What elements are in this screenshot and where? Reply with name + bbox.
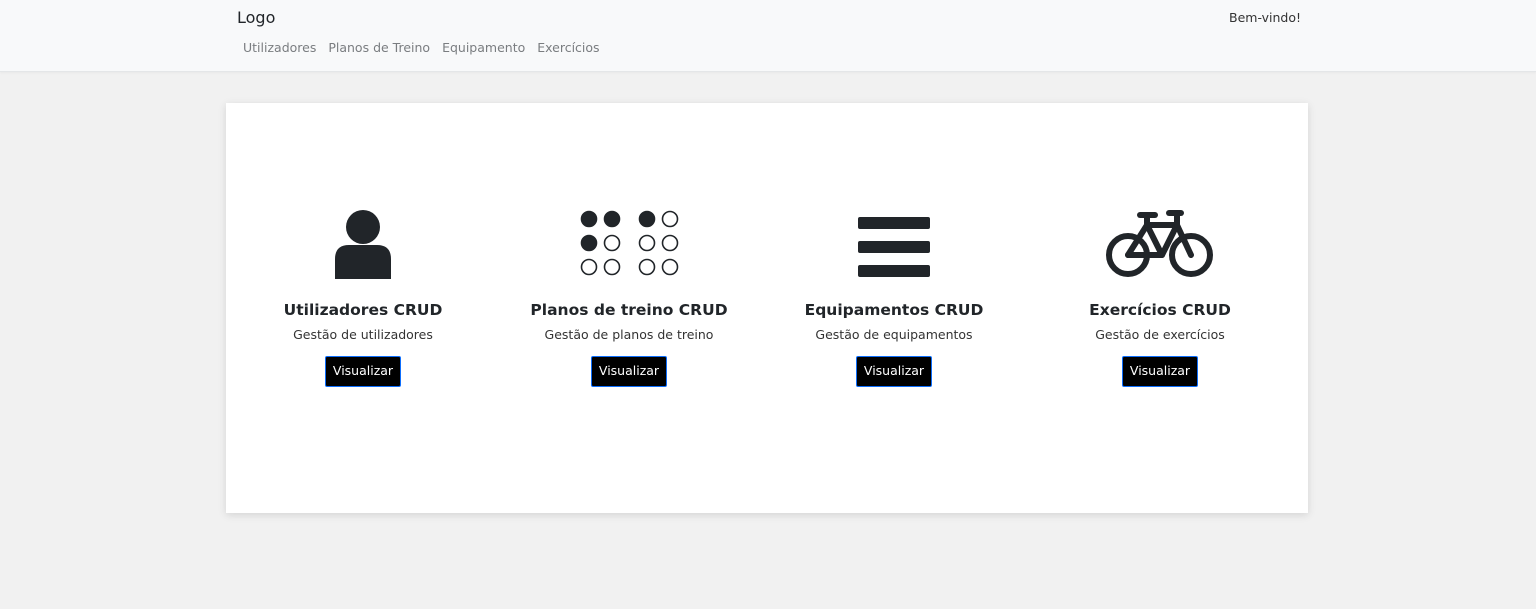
menu-bars-icon xyxy=(834,207,954,279)
visualizar-exercicios-button[interactable]: Visualizar xyxy=(1122,356,1198,387)
feature-title: Exercícios CRUD xyxy=(1089,301,1231,319)
feature-title: Planos de treino CRUD xyxy=(530,301,728,319)
feature-title: Utilizadores CRUD xyxy=(283,301,443,319)
feature-equipamentos: Equipamentos CRUD Gestão de equipamentos… xyxy=(774,207,1014,387)
navbar: Logo Utilizadores Planos de Treino Equip… xyxy=(0,0,1536,72)
feature-planos-de-treino: Planos de treino CRUD Gestão de planos d… xyxy=(509,207,749,387)
feature-description: Gestão de equipamentos xyxy=(815,327,973,342)
nav-link-utilizadores[interactable]: Utilizadores xyxy=(237,40,322,55)
visualizar-planos-button[interactable]: Visualizar xyxy=(591,356,667,387)
nav-link-exercicios[interactable]: Exercícios xyxy=(531,40,605,55)
nav-link-equipamento[interactable]: Equipamento xyxy=(436,40,531,55)
feature-description: Gestão de exercícios xyxy=(1095,327,1225,342)
bicycle-icon xyxy=(1100,207,1220,279)
visualizar-equipamentos-button[interactable]: Visualizar xyxy=(856,356,932,387)
nav-link-planos-de-treino[interactable]: Planos de Treino xyxy=(322,40,436,55)
feature-description: Gestão de utilizadores xyxy=(293,327,433,342)
visualizar-utilizadores-button[interactable]: Visualizar xyxy=(325,356,401,387)
welcome-text: Bem-vindo! xyxy=(1229,10,1302,25)
feature-title: Equipamentos CRUD xyxy=(804,301,984,319)
dashboard-card: Utilizadores CRUD Gestão de utilizadores… xyxy=(226,103,1308,513)
braille-dots-icon xyxy=(569,207,689,279)
feature-description: Gestão de planos de treino xyxy=(544,327,714,342)
brand-logo[interactable]: Logo xyxy=(237,8,275,27)
user-icon xyxy=(303,207,423,279)
nav-links: Utilizadores Planos de Treino Equipament… xyxy=(237,40,606,55)
feature-exercicios: Exercícios CRUD Gestão de exercícios Vis… xyxy=(1040,207,1280,387)
feature-utilizadores: Utilizadores CRUD Gestão de utilizadores… xyxy=(243,207,483,387)
